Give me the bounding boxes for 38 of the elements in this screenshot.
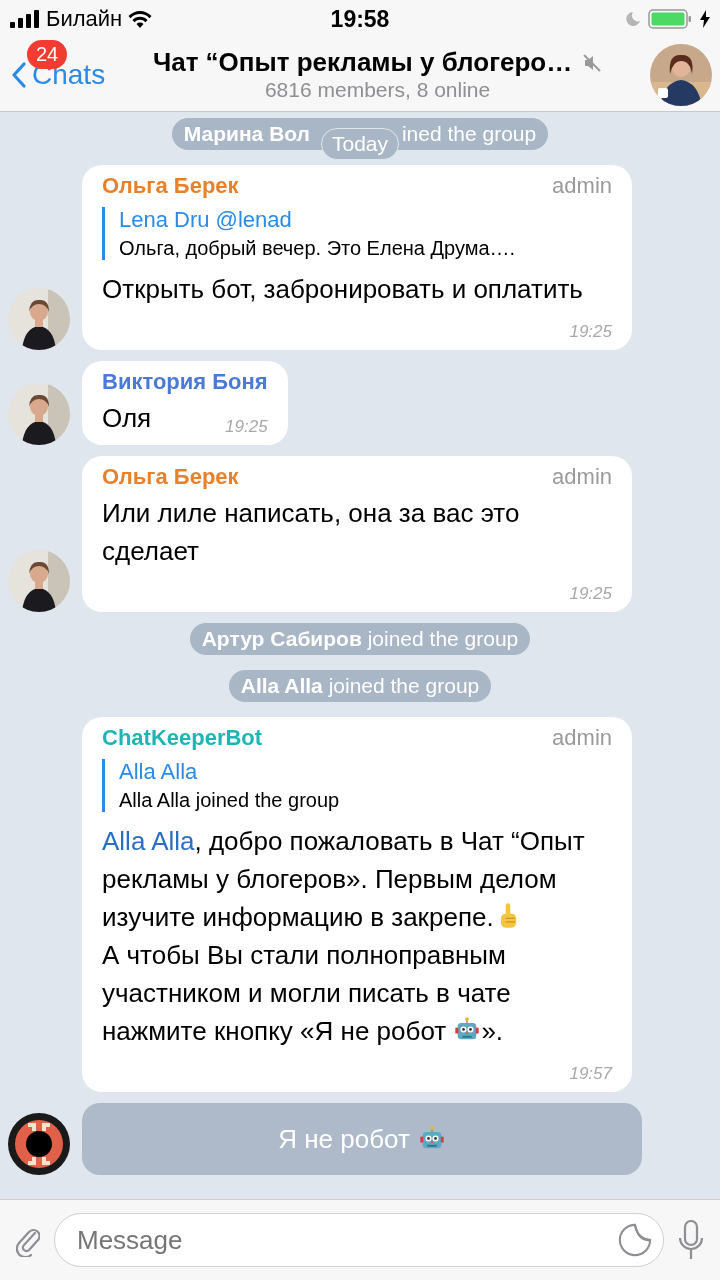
message-text: Открыть бот, забронировать и оплатить — [102, 273, 583, 306]
message-time: 19:25 — [225, 417, 268, 437]
admin-label: admin — [552, 464, 612, 490]
sender-name: Ольга Берек — [102, 464, 239, 490]
service-message: Артур Сабиров joined the group — [189, 623, 531, 655]
reply-author: Lena Dru @lenad — [119, 207, 293, 233]
signal-icon — [10, 10, 40, 28]
reply-author: Alla Alla — [119, 759, 199, 785]
chat-title: Чат “Опыт рекламы у блогеро… — [152, 47, 573, 78]
reply-quote[interactable]: Lena Dru @lenad Ольга, добрый вечер. Это Елена Друма…. — [102, 207, 612, 260]
message-text: Оля — [102, 402, 152, 435]
message-time: 19:25 — [569, 584, 612, 604]
sender-name: ChatKeeperBot — [102, 725, 263, 751]
message-text: Alla Alla, добро пожаловать в Чат “Опыт рекламы у блогеров». Первым делом изучите информацию в закрепе. А чтобы Вы стали полноправным участником и могли писать в чате нажмите кнопку «Я не робот ». — [102, 825, 586, 1048]
reply-text: Alla Alla joined the group — [119, 789, 341, 812]
member-count: 6816 members, 8 online — [264, 78, 491, 102]
message-time: 19:57 — [569, 1064, 612, 1084]
message-input[interactable]: Message — [54, 1213, 664, 1267]
service-message: Alla Alla joined the group — [228, 670, 492, 702]
carrier-name: Билайн — [46, 6, 123, 32]
unread-badge: 24 — [27, 40, 68, 69]
sticker-icon[interactable] — [618, 1223, 652, 1257]
chevron-left-icon — [12, 61, 26, 88]
wifi-icon — [128, 10, 153, 28]
lifebuoy-icon — [8, 1113, 70, 1175]
message-text: Или лиле написать, она за вас это сделает — [102, 497, 521, 568]
admin-label: admin — [552, 725, 612, 751]
date-label: Today — [321, 128, 399, 160]
sender-name: Ольга Берек — [102, 173, 239, 199]
battery-icon — [648, 9, 692, 29]
reply-text: Ольга, добрый вечер. Это Елена Друма…. — [119, 237, 517, 260]
clock-time: 19:58 — [330, 5, 390, 33]
message-time: 19:25 — [569, 322, 612, 342]
admin-label: admin — [552, 173, 612, 199]
microphone-icon[interactable] — [678, 1220, 704, 1260]
mention-link[interactable]: Alla Alla — [102, 826, 195, 856]
reply-quote[interactable]: Alla Alla Alla Alla joined the group — [102, 759, 612, 812]
sender-name: Виктория Боня — [102, 369, 268, 395]
